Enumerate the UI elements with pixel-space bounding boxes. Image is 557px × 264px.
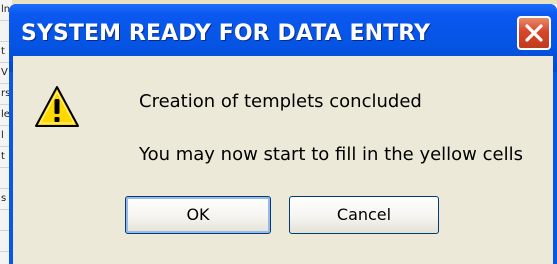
ok-button[interactable]: OK <box>125 196 271 234</box>
message-line-2: You may now start to fill in the yellow … <box>139 144 523 165</box>
dialog-title: SYSTEM READY FOR DATA ENTRY <box>21 21 431 46</box>
close-x-icon <box>525 24 543 42</box>
warning-icon <box>35 86 79 127</box>
cancel-button[interactable]: Cancel <box>289 196 439 234</box>
dialog-body: Creation of templets concluded You may n… <box>13 56 553 264</box>
close-button[interactable] <box>517 16 551 50</box>
message-line-1: Creation of templets concluded <box>139 91 422 112</box>
message-dialog: SYSTEM READY FOR DATA ENTRY Creation of … <box>9 4 557 264</box>
